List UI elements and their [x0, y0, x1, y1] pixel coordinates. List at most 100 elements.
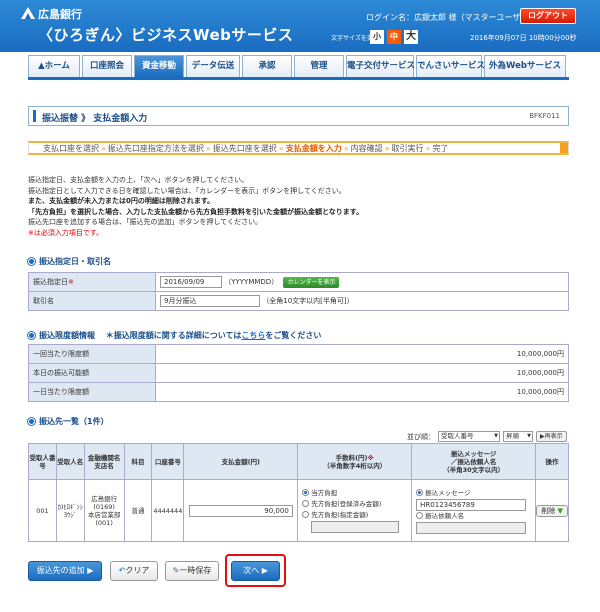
nav-approval[interactable]: 承認: [242, 55, 292, 77]
limit-value: 10,000,000円: [155, 382, 569, 402]
font-size-medium-button[interactable]: 中: [387, 30, 401, 44]
cell-bank-branch: 広島銀行(0169) 本店営業部(001): [83, 479, 125, 542]
step-item: 完了: [432, 143, 449, 153]
message-input[interactable]: HR0123456789: [416, 498, 527, 511]
nav-account-inquiry[interactable]: 口座照会: [82, 55, 132, 77]
nav-management[interactable]: 管理: [294, 55, 344, 77]
fee-option[interactable]: 先方負担(指定金額): [298, 510, 411, 521]
fee-amount-input[interactable]: [311, 521, 400, 533]
nav-electronic-delivery[interactable]: 電子交付サービス: [346, 55, 415, 77]
title-bar: [33, 110, 36, 122]
logout-button[interactable]: ログアウト: [520, 8, 576, 24]
instruction-line: 「先方負担」を選択した場合、入力した支払金額から先方負担手数料を引いた金額が振込…: [28, 207, 364, 216]
step-item: 取引実行: [391, 143, 424, 153]
delete-select[interactable]: 削除 ▼: [536, 504, 568, 517]
col-message: 振込メッセージ ／振込依頼人名 （半角30文字以内）: [411, 443, 537, 480]
arrow-right-icon: ▶: [87, 566, 94, 575]
radio-icon: [302, 511, 310, 518]
limit-details-link[interactable]: こちら: [241, 331, 265, 340]
page-id: BFKF011: [529, 112, 560, 120]
name-format-hint: （全角10文字以内[半角可]）: [262, 297, 354, 305]
radio-icon: [302, 500, 310, 507]
temp-save-button[interactable]: ✎一時保存: [165, 561, 219, 581]
page-title: 振込振替 》 支払金額入力: [42, 114, 148, 124]
sort-order-select[interactable]: 昇順: [503, 431, 533, 442]
radio-icon: [416, 511, 424, 519]
col-account-no: 口座番号: [151, 443, 185, 480]
requester-input-row: [412, 521, 535, 534]
message-option[interactable]: 振込依頼人名: [412, 511, 535, 522]
step-item: 支払口座を選択: [43, 143, 99, 153]
step-item: 内容確認: [350, 143, 383, 153]
date-format-hint: （YYYYMMDD）: [224, 278, 279, 286]
instruction-line: また、支払金額が未入力または0円の明細は削除されます。: [28, 197, 215, 205]
bank-name: 広島銀行: [38, 8, 82, 21]
nav-forex[interactable]: 外為Webサービス: [484, 55, 566, 77]
message-input-row: HR0123456789: [412, 498, 535, 511]
redisplay-button[interactable]: ▶再表示: [536, 431, 567, 442]
nav-data-transmission[interactable]: データ伝送: [186, 55, 240, 77]
col-bank-branch: 金融機関名 支店名: [83, 443, 125, 480]
nav-underline: [28, 77, 569, 80]
font-size-large-button[interactable]: 大: [404, 30, 418, 44]
cell-operation: 削除 ▼: [535, 479, 569, 542]
limit-table: 一回当たり限度額 10,000,000円 本日の振込可能額 10,000,000円 …: [28, 344, 569, 402]
cell-recipient-no: 001: [28, 479, 57, 542]
dropdown-arrow-icon: ▼: [557, 506, 563, 515]
nav-fund-transfer[interactable]: 資金移動: [134, 55, 184, 77]
step-item: 振込先口座指定方法を選択: [107, 143, 204, 153]
name-input-cell: 9月分振込 （全角10文字以内[半角可]）: [155, 291, 569, 311]
sort-key-select[interactable]: 受取人番号: [438, 431, 500, 442]
fee-option[interactable]: 当方負担: [298, 488, 411, 499]
recipient-table: 受取人番号 受取人名 金融機関名 支店名 科目 口座番号 支払金額(円) 手数料…: [28, 443, 569, 542]
cell-recipient-name: ｶ)ﾋﾛｷﾞﾝｼﾖｳｼﾞ: [55, 479, 85, 542]
fee-option[interactable]: 先方負担(登録済み金額): [298, 499, 411, 510]
cell-account-no: 4444444: [151, 479, 185, 542]
cell-fee: 当方負担 先方負担(登録済み金額) 先方負担(指定金額): [297, 479, 413, 542]
login-name: ログイン名：広銀太郎 様（マスターユーザ）: [366, 13, 529, 22]
datetime: 2016年09月07日 10時00分00秒: [470, 34, 577, 42]
add-recipient-button[interactable]: 振込先の追加 ▶: [28, 561, 102, 581]
bank-logo-icon: [21, 7, 35, 19]
section-dot-icon: [28, 418, 35, 425]
requester-name-input[interactable]: [416, 521, 527, 534]
next-button[interactable]: 次へ ▶: [231, 561, 280, 581]
header-banner: 広島銀行 〈ひろぎん〉ビジネスWebサービス ログイン名：広銀太郎 様（マスター…: [0, 0, 600, 52]
radio-selected-icon: [302, 489, 310, 496]
transaction-name-input[interactable]: 9月分振込: [160, 295, 260, 307]
section-dot-icon: [28, 332, 35, 339]
limit-value: 10,000,000円: [155, 344, 569, 364]
step-end-marker: [560, 143, 568, 153]
limit-label: 本日の振込可能額: [28, 363, 156, 383]
step-item: 振込先口座を選択: [212, 143, 277, 153]
cell-subject: 普通: [123, 479, 153, 542]
col-recipient-no: 受取人番号: [28, 443, 57, 480]
clear-button[interactable]: ↶クリア: [110, 561, 158, 581]
col-recipient-name: 受取人名: [55, 443, 85, 480]
date-input-cell: 2016/09/09 （YYYYMMDD） カレンダーを表示: [155, 272, 569, 292]
page-title-box: 振込振替 》 支払金額入力 BFKF011: [28, 106, 569, 126]
show-calendar-button[interactable]: カレンダーを表示: [283, 276, 340, 288]
main-nav: ▲ホーム 口座照会 資金移動 データ伝送 承認 管理 電子交付サービス でんさい…: [28, 55, 569, 77]
instructions: 振込指定日、支払金額を入力の上、「次へ」ボタンを押してください。 振込指定日とし…: [28, 175, 569, 238]
step-indicator: 支払口座を選択» 振込先口座指定方法を選択» 振込先口座を選択» 支払金額を入力…: [28, 141, 569, 155]
limit-label: 一回当たり限度額: [28, 344, 156, 364]
col-amount: 支払金額(円): [183, 443, 299, 480]
cell-message: 振込メッセージ HR0123456789 振込依頼人名: [411, 479, 537, 542]
col-fee: 手数料(円)※ （半角数字4桁以内）: [297, 443, 413, 480]
limit-label: 一日当たり限度額: [28, 382, 156, 402]
sort-controls: 並び順： 受取人番号 昇順 ▶再表示: [407, 431, 567, 442]
step-item-current: 支払金額を入力: [285, 143, 342, 153]
instruction-line: ※は必須入力項目です。: [28, 228, 104, 237]
amount-input[interactable]: 90,000: [188, 504, 293, 517]
transfer-date-input[interactable]: 2016/09/09: [160, 276, 222, 288]
table-row: 001 ｶ)ﾋﾛｷﾞﾝｼﾖｳｼﾞ 広島銀行(0169) 本店営業部(001) 普通…: [28, 479, 569, 542]
message-option[interactable]: 振込メッセージ: [412, 488, 535, 499]
col-subject: 科目: [123, 443, 153, 480]
nav-densai[interactable]: でんさいサービス: [416, 55, 485, 77]
font-size-small-button[interactable]: 小: [370, 30, 384, 44]
service-name: 〈ひろぎん〉ビジネスWebサービス: [38, 26, 294, 44]
date-form-table: 振込指定日※ 2016/09/09 （YYYYMMDD） カレンダーを表示 取引…: [28, 272, 569, 311]
arrow-right-icon: ▶: [261, 566, 268, 575]
nav-home[interactable]: ▲ホーム: [28, 55, 80, 77]
